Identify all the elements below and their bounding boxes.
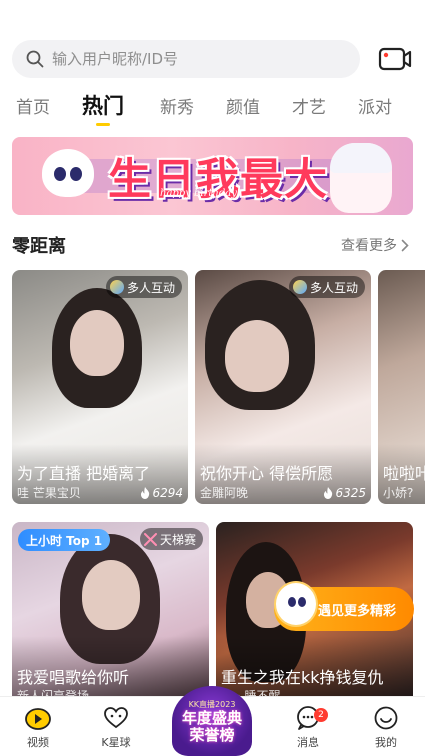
category-tabs: 首页 热门 新秀 颜值 才艺 派对 bbox=[0, 92, 425, 128]
banner-subtitle: happy birthday bbox=[160, 188, 237, 199]
chat-bubble-icon bbox=[109, 280, 124, 294]
annual-awards-button[interactable]: KK直播2023 年度盛典 荣誉榜 bbox=[172, 686, 252, 756]
streamer-name: 哇 芒果宝贝 bbox=[17, 486, 81, 500]
tab-label: 热门 bbox=[82, 94, 124, 118]
mascot-icon bbox=[274, 581, 318, 627]
tab-home[interactable]: 首页 bbox=[16, 92, 50, 124]
tab-label: 颜值 bbox=[226, 98, 260, 118]
award-subtitle: 荣誉榜 bbox=[189, 725, 235, 744]
multi-interact-tag: 多人互动 bbox=[105, 276, 182, 298]
search-input[interactable] bbox=[52, 50, 332, 68]
stream-title: 为了直播 把婚离了 bbox=[17, 464, 151, 483]
ladder-tag: 天梯赛 bbox=[139, 528, 203, 550]
popularity-count: 6325 bbox=[323, 486, 366, 500]
streamer-name: 金雕阿晚 bbox=[200, 486, 249, 500]
search-box[interactable] bbox=[12, 40, 360, 78]
heart-planet-icon bbox=[104, 707, 128, 729]
smile-face-icon bbox=[374, 706, 398, 730]
nav-kplanet[interactable]: K星球 bbox=[86, 705, 146, 753]
nav-messages[interactable]: 2 消息 bbox=[278, 705, 338, 753]
active-tab-indicator bbox=[96, 123, 110, 126]
stream-title: 重生之我在kk挣钱复仇 bbox=[221, 668, 384, 687]
tab-label: 派对 bbox=[358, 98, 392, 118]
streamer-name: 新人闪亮登场 bbox=[17, 689, 90, 696]
multi-interact-tag: 多人互动 bbox=[288, 276, 365, 298]
anime-girl-icon bbox=[330, 143, 392, 213]
live-card[interactable]: 上小时 Top 1 天梯赛 我爱唱歌给你听 新人闪亮登场 bbox=[12, 522, 209, 696]
nav-label: 我的 bbox=[375, 736, 397, 749]
search-icon bbox=[26, 50, 44, 68]
nav-video[interactable]: 视频 bbox=[8, 705, 68, 753]
popularity-count: 6294 bbox=[140, 486, 183, 500]
nav-label: 消息 bbox=[297, 736, 319, 749]
tab-label: 首页 bbox=[16, 98, 50, 118]
tab-hot[interactable]: 热门 bbox=[82, 90, 124, 126]
promo-label: 遇见更多精彩 bbox=[318, 603, 397, 619]
unread-badge: 2 bbox=[314, 708, 328, 722]
discover-more-button[interactable]: 遇见更多精彩 bbox=[274, 581, 414, 631]
count-value: 6294 bbox=[152, 486, 183, 500]
live-card[interactable]: 多人互动 祝你开心 得偿所愿 金雕阿晚 6325 bbox=[195, 270, 371, 504]
play-icon bbox=[25, 708, 51, 730]
rank-badge: 上小时 Top 1 bbox=[18, 529, 111, 551]
tab-label: 才艺 bbox=[292, 98, 326, 118]
award-caption: KK直播2023 bbox=[188, 699, 236, 709]
chat-bubble-icon bbox=[292, 280, 307, 294]
tab-newcomer[interactable]: 新秀 bbox=[160, 92, 194, 124]
tag-label: 多人互动 bbox=[126, 280, 175, 295]
nav-label: K星球 bbox=[101, 736, 131, 749]
event-banner[interactable]: 生日我最大 happy birthday bbox=[12, 137, 413, 215]
stream-title: 祝你开心 得偿所愿 bbox=[200, 464, 334, 483]
section-header: 零距离 查看更多 bbox=[12, 232, 413, 258]
tag-label: 天梯赛 bbox=[159, 532, 196, 547]
crossed-swords-icon bbox=[143, 532, 157, 546]
live-card[interactable]: 多人互动 为了直播 把婚离了 哇 芒果宝贝 6294 bbox=[12, 270, 188, 504]
chevron-right-icon bbox=[401, 239, 409, 251]
mascot-icon bbox=[42, 149, 94, 197]
count-value: 6325 bbox=[335, 486, 366, 500]
stream-title: 啦啦咔 bbox=[383, 464, 425, 483]
search-row bbox=[12, 40, 413, 78]
award-title: 年度盛典 bbox=[181, 708, 242, 727]
tab-label: 新秀 bbox=[160, 98, 194, 118]
stream-title: 我爱唱歌给你听 bbox=[17, 668, 130, 687]
nav-me[interactable]: 我的 bbox=[356, 705, 416, 753]
section-title: 零距离 bbox=[12, 236, 66, 257]
tab-looks[interactable]: 颜值 bbox=[226, 92, 260, 124]
flame-icon bbox=[141, 487, 150, 499]
tab-talent[interactable]: 才艺 bbox=[292, 92, 326, 124]
flame-icon bbox=[324, 487, 333, 499]
tag-label: 多人互动 bbox=[309, 280, 358, 295]
live-camera-button[interactable] bbox=[378, 44, 412, 74]
live-card[interactable]: 啦啦咔 小娇? bbox=[378, 270, 425, 504]
see-more-link[interactable]: 查看更多 bbox=[341, 235, 409, 255]
streamer-name: 小娇? bbox=[383, 486, 414, 500]
nav-label: 视频 bbox=[27, 736, 49, 749]
see-more-label: 查看更多 bbox=[341, 238, 397, 254]
video-camera-icon bbox=[378, 47, 412, 71]
tab-party[interactable]: 派对 bbox=[358, 92, 392, 124]
